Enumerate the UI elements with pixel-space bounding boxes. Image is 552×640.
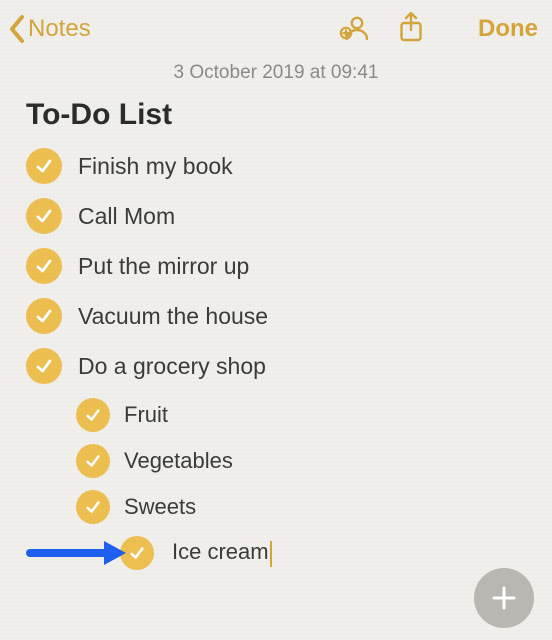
back-label: Notes bbox=[28, 15, 91, 43]
checkbox-checked[interactable] bbox=[120, 536, 154, 570]
done-button[interactable]: Done bbox=[478, 15, 538, 43]
checkmark-icon bbox=[84, 406, 102, 424]
checkmark-icon bbox=[84, 498, 102, 516]
share-button[interactable] bbox=[398, 11, 424, 48]
checklist-subitem[interactable]: Sweets bbox=[76, 490, 552, 524]
checklist-item-text[interactable]: Ice cream bbox=[172, 539, 269, 564]
add-people-button[interactable] bbox=[338, 12, 370, 47]
chevron-left-icon bbox=[8, 14, 26, 44]
checkmark-icon bbox=[34, 156, 54, 176]
checkbox-checked[interactable] bbox=[76, 490, 110, 524]
checklist: Finish my book Call Mom Put the mirror u… bbox=[0, 148, 552, 384]
checklist-item[interactable]: Put the mirror up bbox=[26, 248, 552, 284]
checklist-subitem[interactable]: Vegetables bbox=[76, 444, 552, 478]
text-cursor bbox=[270, 541, 272, 567]
checkmark-icon bbox=[84, 452, 102, 470]
checklist-item[interactable]: Do a grocery shop bbox=[26, 348, 552, 384]
note-title[interactable]: To-Do List bbox=[26, 98, 552, 132]
checkbox-checked[interactable] bbox=[26, 198, 62, 234]
checkbox-checked[interactable] bbox=[76, 444, 110, 478]
new-note-button[interactable] bbox=[474, 568, 534, 628]
checklist-item-text[interactable]: Finish my book bbox=[78, 153, 233, 180]
checkbox-checked[interactable] bbox=[76, 398, 110, 432]
checklist-item-text[interactable]: Fruit bbox=[124, 402, 168, 428]
checkbox-checked[interactable] bbox=[26, 348, 62, 384]
checklist-item-text[interactable]: Sweets bbox=[124, 494, 196, 520]
checklist-item-text[interactable]: Put the mirror up bbox=[78, 253, 249, 280]
checkmark-icon bbox=[128, 544, 146, 562]
checklist-item-text[interactable]: Vacuum the house bbox=[78, 303, 268, 330]
annotation-arrow-icon bbox=[26, 537, 126, 569]
checklist-subitem[interactable]: Fruit bbox=[76, 398, 552, 432]
checkbox-checked[interactable] bbox=[26, 148, 62, 184]
checklist-item-text[interactable]: Call Mom bbox=[78, 203, 175, 230]
checklist-sublist: Fruit Vegetables Sweets bbox=[0, 398, 552, 524]
checklist-editing-item[interactable]: Ice cream bbox=[0, 536, 552, 570]
checklist-item-text[interactable]: Vegetables bbox=[124, 448, 233, 474]
checkmark-icon bbox=[34, 356, 54, 376]
checkmark-icon bbox=[34, 256, 54, 276]
checklist-item[interactable]: Vacuum the house bbox=[26, 298, 552, 334]
share-icon bbox=[398, 11, 424, 43]
checkmark-icon bbox=[34, 306, 54, 326]
add-people-icon bbox=[338, 12, 370, 42]
plus-icon bbox=[489, 583, 519, 613]
checkmark-icon bbox=[34, 206, 54, 226]
checkbox-checked[interactable] bbox=[26, 248, 62, 284]
checklist-item[interactable]: Call Mom bbox=[26, 198, 552, 234]
navbar: Notes Done bbox=[0, 0, 552, 58]
checklist-item-text[interactable]: Do a grocery shop bbox=[78, 353, 266, 380]
nav-actions: Done bbox=[338, 11, 538, 48]
checklist-item[interactable]: Finish my book bbox=[26, 148, 552, 184]
back-button[interactable]: Notes bbox=[8, 14, 91, 44]
checkbox-checked[interactable] bbox=[26, 298, 62, 334]
note-timestamp: 3 October 2019 at 09:41 bbox=[0, 62, 552, 84]
